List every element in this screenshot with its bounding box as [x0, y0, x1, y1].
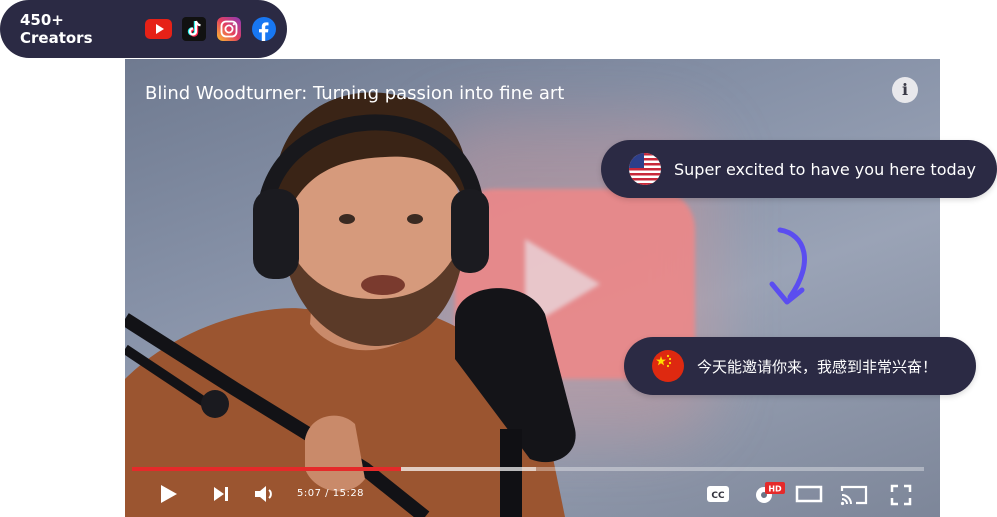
time-current: 5:07 — [297, 488, 322, 499]
creators-badge: 450+ Creators — [0, 0, 287, 58]
facebook-icon[interactable] — [252, 16, 277, 43]
progress-played[interactable] — [132, 467, 402, 471]
instagram-icon[interactable] — [217, 16, 242, 43]
captions-icon[interactable]: CC — [705, 483, 731, 510]
translate-arrow-icon — [769, 227, 807, 305]
video-title: Blind Woodturner: Turning passion into f… — [145, 83, 565, 104]
play-icon[interactable] — [159, 483, 179, 510]
china-flag-icon — [652, 350, 684, 382]
svg-text:CC: CC — [711, 491, 725, 501]
tiktok-icon[interactable] — [182, 16, 207, 43]
fullscreen-icon[interactable] — [889, 483, 913, 512]
creators-count-label: 450+ Creators — [20, 11, 93, 47]
player-controls: 5:07 / 15:28 CC HD — [125, 477, 940, 517]
time-total: 15:28 — [332, 488, 365, 499]
time-display: 5:07 / 15:28 — [297, 488, 364, 499]
cast-icon[interactable] — [839, 483, 869, 512]
translated-caption-bubble: 今天能邀请你来，我感到非常兴奋！ — [624, 337, 976, 395]
volume-icon[interactable] — [253, 483, 275, 510]
next-icon[interactable] — [211, 483, 231, 510]
hd-badge: HD — [768, 485, 782, 494]
theater-icon[interactable] — [795, 483, 823, 510]
us-flag-icon — [629, 153, 661, 185]
settings-icon[interactable]: HD — [751, 479, 785, 512]
translated-caption-text: 今天能邀请你来，我感到非常兴奋！ — [697, 357, 938, 376]
youtube-icon[interactable] — [144, 16, 172, 43]
source-caption-bubble: Super excited to have you here today — [601, 140, 997, 198]
source-caption-text: Super excited to have you here today — [674, 159, 976, 179]
info-icon[interactable]: i — [892, 77, 918, 103]
time-separator: / — [325, 488, 330, 499]
